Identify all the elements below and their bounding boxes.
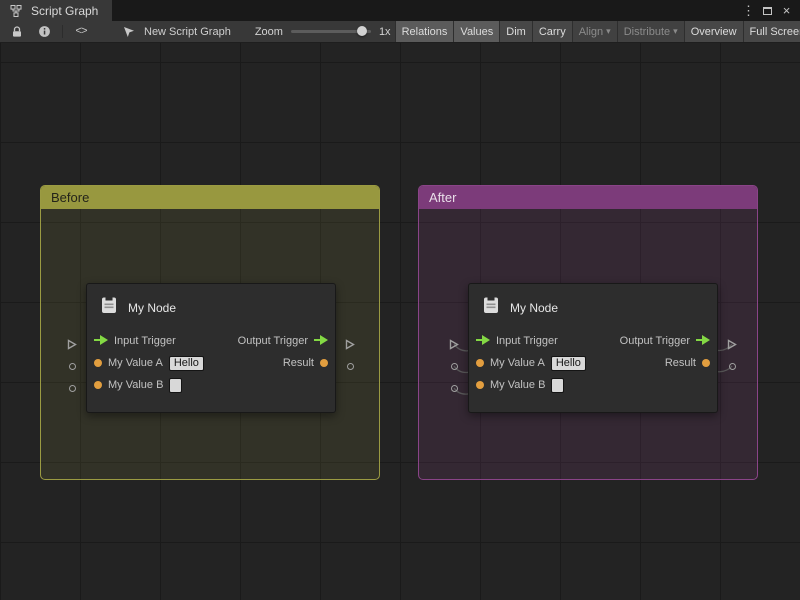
toolbar-separator bbox=[62, 25, 63, 38]
port-ring bbox=[347, 363, 354, 370]
port-ring bbox=[69, 385, 76, 392]
group-before[interactable]: Before bbox=[40, 185, 380, 480]
toolbar-left-icons: <> bbox=[0, 23, 90, 41]
node-title: My Node bbox=[510, 301, 558, 315]
carry-button[interactable]: Carry bbox=[532, 21, 572, 43]
graph-pointer-icon bbox=[120, 23, 138, 41]
zoom-slider-knob[interactable] bbox=[357, 26, 367, 36]
node-my-node[interactable]: My Node Input Trigger Output Trigger bbox=[468, 283, 718, 413]
graph-input-value-port[interactable] bbox=[449, 383, 459, 394]
port-label: My Value B bbox=[490, 379, 545, 391]
zoom-control: Zoom 1x bbox=[255, 26, 391, 38]
port-label: My Value A bbox=[108, 357, 163, 369]
port-label: Input Trigger bbox=[114, 335, 176, 347]
close-icon[interactable]: × bbox=[778, 2, 795, 19]
port-ring bbox=[451, 385, 458, 392]
port-label: Input Trigger bbox=[496, 335, 558, 347]
graph-input-trigger-port[interactable] bbox=[67, 339, 77, 350]
node-icon bbox=[99, 295, 119, 320]
node-wrap-before: My Node Input Trigger Output Trigger bbox=[86, 283, 336, 413]
window-controls: ⋮ × bbox=[740, 0, 800, 21]
group-before-header[interactable]: Before bbox=[41, 186, 379, 209]
node-row-trigger: Input Trigger Output Trigger bbox=[469, 330, 717, 352]
port-label: Result bbox=[665, 357, 696, 369]
tab-script-graph[interactable]: Script Graph bbox=[0, 0, 112, 21]
graph-output-trigger-port[interactable] bbox=[345, 339, 355, 350]
node-row-value-b: My Value B bbox=[87, 374, 335, 396]
toolbar-buttons: Relations Values Dim Carry Align ▾ Distr… bbox=[395, 21, 800, 43]
dim-button[interactable]: Dim bbox=[499, 21, 532, 43]
code-view-icon[interactable]: <> bbox=[72, 23, 90, 41]
value-b-input[interactable] bbox=[169, 378, 182, 393]
graph-canvas[interactable]: Before bbox=[0, 43, 800, 600]
node-row-value-a: My Value A Hello Result bbox=[87, 352, 335, 374]
trigger-arrow-icon[interactable] bbox=[696, 332, 710, 350]
value-port-icon[interactable] bbox=[702, 359, 710, 367]
overview-button[interactable]: Overview bbox=[684, 21, 743, 43]
node-icon bbox=[481, 295, 501, 320]
graph-output-value-port[interactable] bbox=[727, 361, 737, 372]
distribute-dropdown: Distribute ▾ bbox=[617, 21, 684, 43]
port-label: Result bbox=[283, 357, 314, 369]
graph-input-value-port[interactable] bbox=[67, 361, 77, 372]
value-port-icon[interactable] bbox=[320, 359, 328, 367]
port-ring bbox=[729, 363, 736, 370]
value-port-icon[interactable] bbox=[94, 381, 102, 389]
node-row-value-a: My Value A Hello Result bbox=[469, 352, 717, 374]
node-row-trigger: Input Trigger Output Trigger bbox=[87, 330, 335, 352]
align-label: Align bbox=[579, 26, 603, 38]
graph-output-trigger-port[interactable] bbox=[727, 339, 737, 350]
node-header: My Node bbox=[469, 284, 717, 330]
zoom-slider[interactable] bbox=[291, 30, 371, 33]
zoom-value: 1x bbox=[379, 26, 391, 38]
graph-input-value-port[interactable] bbox=[67, 383, 77, 394]
fullscreen-button[interactable]: Full Screen bbox=[743, 21, 800, 43]
value-port-icon[interactable] bbox=[94, 359, 102, 367]
node-title: My Node bbox=[128, 301, 176, 315]
window-menu-icon[interactable]: ⋮ bbox=[740, 2, 757, 19]
chevron-down-icon: ▾ bbox=[673, 26, 678, 37]
value-a-input[interactable]: Hello bbox=[551, 356, 586, 371]
node-wrap-after: My Node Input Trigger Output Trigger bbox=[468, 283, 718, 413]
lock-icon[interactable] bbox=[8, 23, 26, 41]
script-graph-icon bbox=[7, 2, 25, 20]
tab-bar: Script Graph ⋮ × bbox=[0, 0, 800, 21]
group-after-header[interactable]: After bbox=[419, 186, 757, 209]
graph-breadcrumb[interactable]: New Script Graph bbox=[120, 23, 231, 41]
port-label: Output Trigger bbox=[238, 335, 308, 347]
chevron-down-icon: ▾ bbox=[606, 26, 611, 37]
graph-output-value-port[interactable] bbox=[345, 361, 355, 372]
relations-button[interactable]: Relations bbox=[395, 21, 454, 43]
node-header: My Node bbox=[87, 284, 335, 330]
maximize-glyph bbox=[763, 7, 772, 15]
trigger-arrow-icon[interactable] bbox=[314, 332, 328, 350]
graph-input-trigger-port[interactable] bbox=[449, 339, 459, 350]
distribute-label: Distribute bbox=[624, 26, 670, 38]
maximize-icon[interactable] bbox=[759, 2, 776, 19]
graph-name-label: New Script Graph bbox=[144, 26, 231, 38]
port-ring bbox=[69, 363, 76, 370]
value-port-icon[interactable] bbox=[476, 381, 484, 389]
zoom-label: Zoom bbox=[255, 26, 283, 38]
tab-title: Script Graph bbox=[31, 4, 98, 18]
node-row-value-b: My Value B bbox=[469, 374, 717, 396]
value-a-input[interactable]: Hello bbox=[169, 356, 204, 371]
align-dropdown: Align ▾ bbox=[572, 21, 617, 43]
port-label: My Value A bbox=[490, 357, 545, 369]
node-my-node[interactable]: My Node Input Trigger Output Trigger bbox=[86, 283, 336, 413]
trigger-arrow-icon[interactable] bbox=[94, 332, 108, 350]
value-b-input[interactable] bbox=[551, 378, 564, 393]
group-after[interactable]: After bbox=[418, 185, 758, 480]
info-icon[interactable] bbox=[35, 23, 53, 41]
port-label: My Value B bbox=[108, 379, 163, 391]
graph-toolbar: <> New Script Graph Zoom 1x Relations Va… bbox=[0, 21, 800, 43]
trigger-arrow-icon[interactable] bbox=[476, 332, 490, 350]
port-label: Output Trigger bbox=[620, 335, 690, 347]
graph-input-value-port[interactable] bbox=[449, 361, 459, 372]
value-port-icon[interactable] bbox=[476, 359, 484, 367]
values-button[interactable]: Values bbox=[453, 21, 499, 43]
port-ring bbox=[451, 363, 458, 370]
